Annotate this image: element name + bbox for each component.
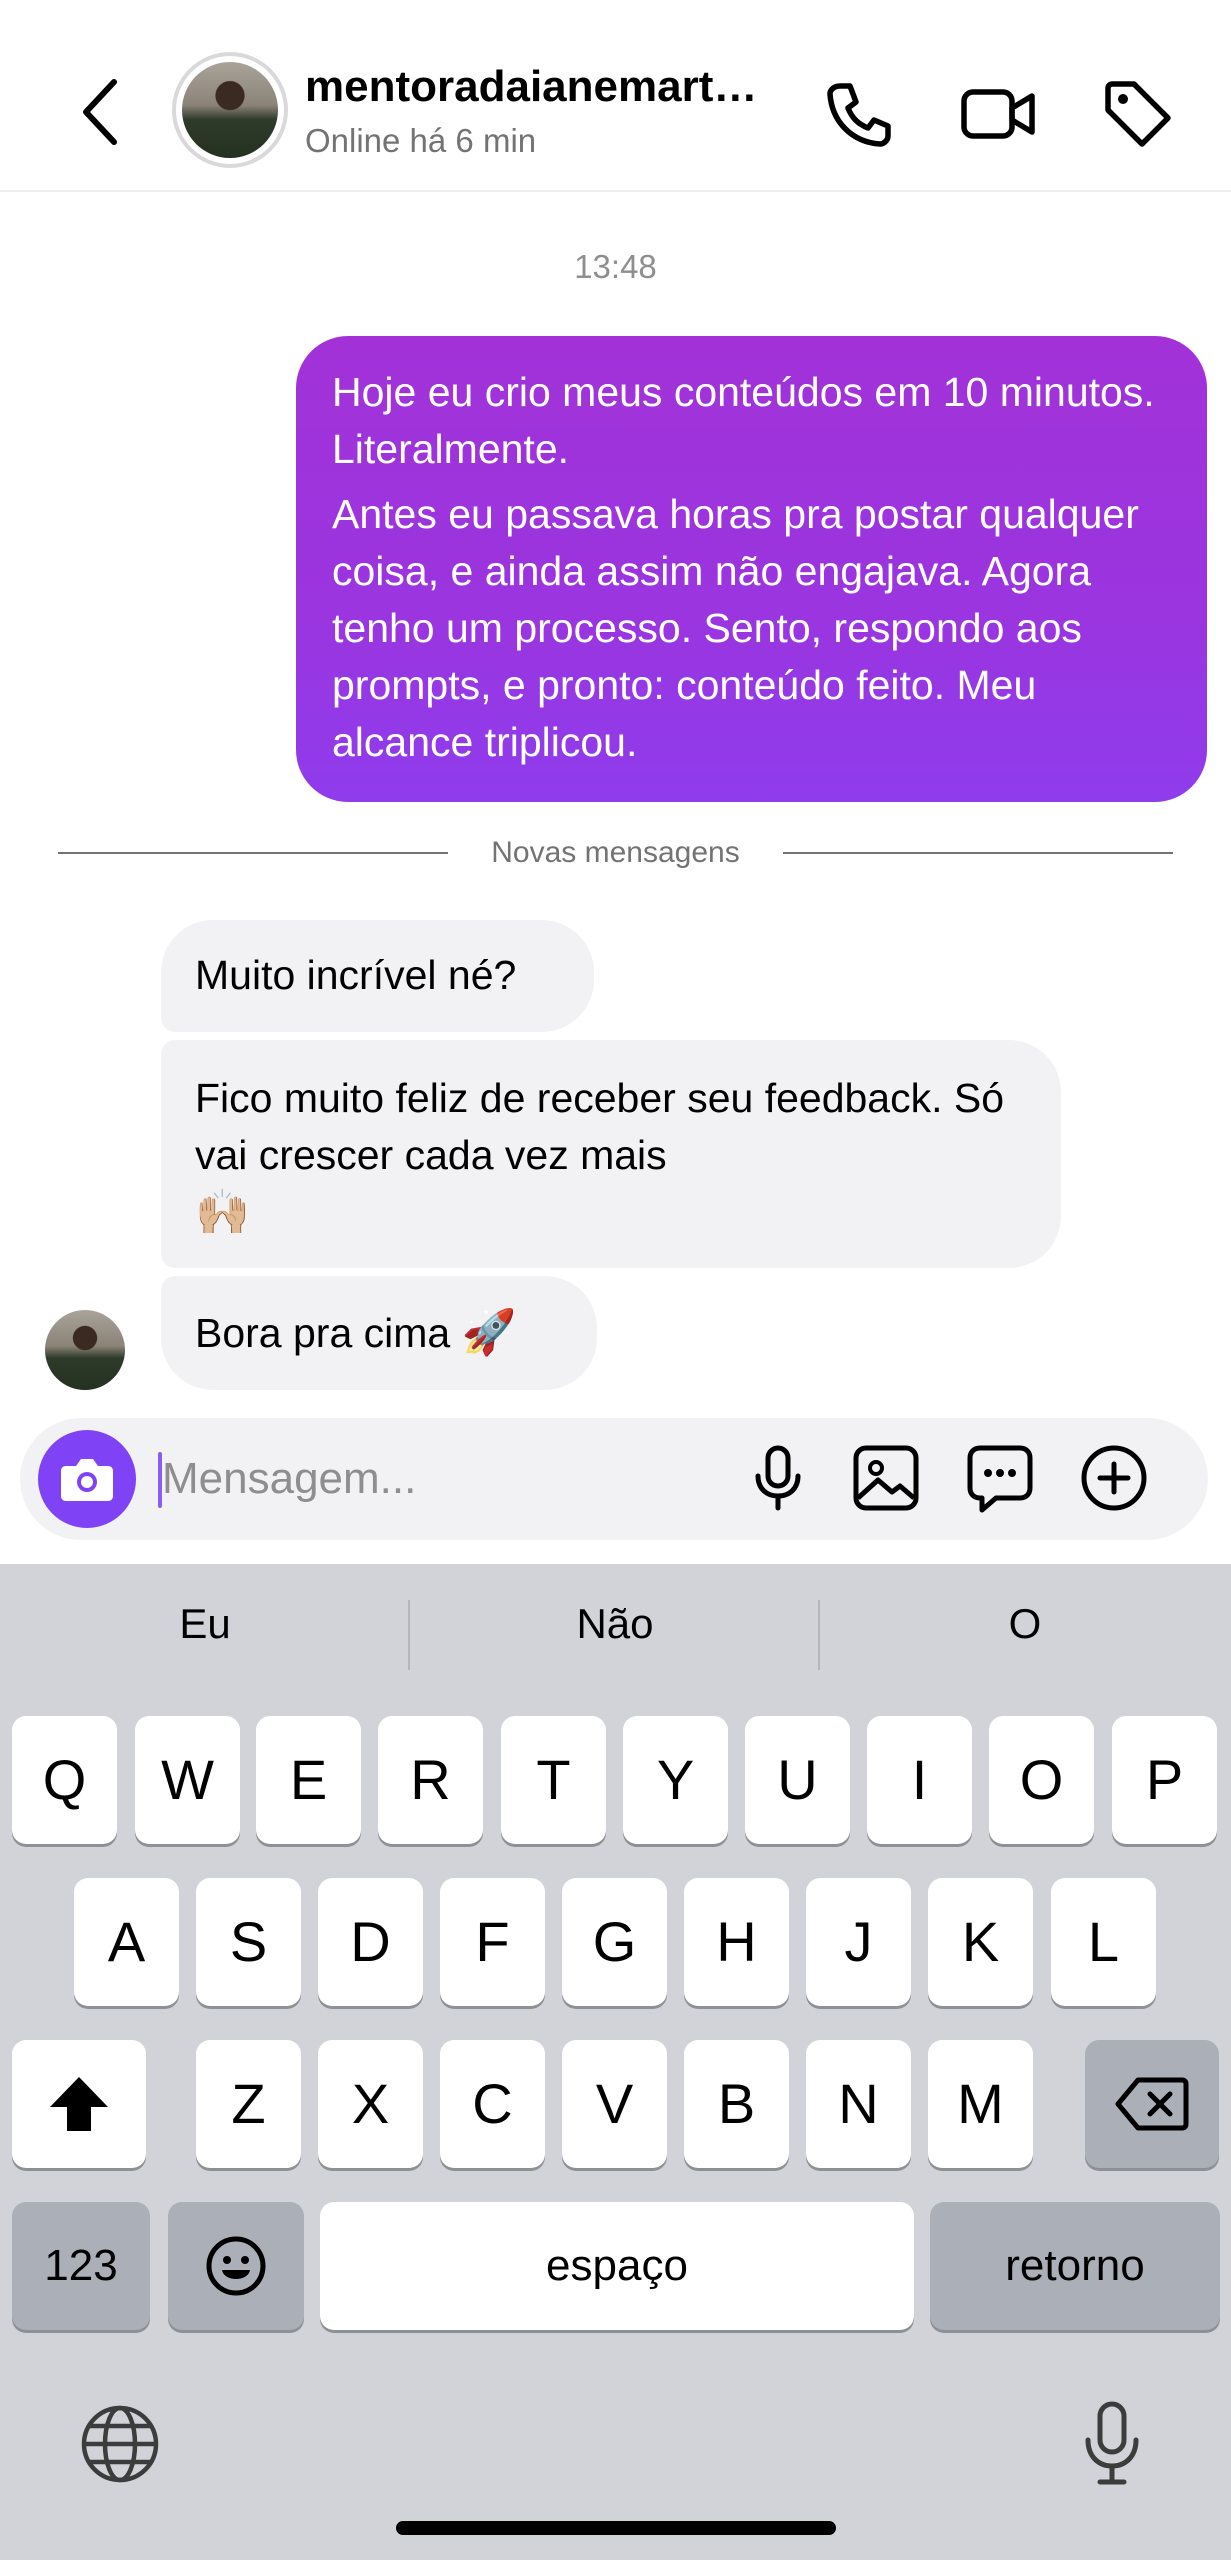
keyboard: Eu Não O Q W E R T Y U I O P A S D F G H… xyxy=(0,1564,1231,2560)
incoming-message[interactable]: Muito incrível né? xyxy=(161,920,594,1032)
tag-icon xyxy=(1105,81,1171,147)
key[interactable]: U xyxy=(745,1716,850,1844)
call-button[interactable] xyxy=(818,74,898,154)
home-indicator[interactable] xyxy=(396,2521,836,2535)
divider-line xyxy=(783,852,1173,854)
incoming-message[interactable]: Fico muito feliz de receber seu feedback… xyxy=(161,1040,1061,1268)
shift-icon xyxy=(50,2077,108,2131)
key[interactable]: K xyxy=(928,1878,1033,2006)
message-input[interactable] xyxy=(162,1438,722,1520)
microphone-icon xyxy=(1085,2401,1139,2485)
key[interactable]: E xyxy=(256,1716,361,1844)
microphone-icon xyxy=(755,1445,801,1511)
suggestion-item[interactable]: Eu xyxy=(0,1600,410,1648)
backspace-icon xyxy=(1115,2077,1189,2131)
key[interactable]: S xyxy=(196,1878,301,2006)
phone-icon xyxy=(827,83,891,147)
back-button[interactable] xyxy=(72,72,132,152)
video-call-button[interactable] xyxy=(958,74,1038,154)
divider-label: Novas mensagens xyxy=(491,836,740,869)
suggestion-item[interactable]: Não xyxy=(410,1600,820,1648)
key[interactable]: R xyxy=(378,1716,483,1844)
dictation-button[interactable] xyxy=(1070,2398,1154,2488)
message-text: Bora pra cima xyxy=(195,1310,451,1356)
tag-button[interactable] xyxy=(1098,74,1178,154)
outgoing-message[interactable]: Hoje eu crio meus conteúdos em 10 minuto… xyxy=(296,336,1207,802)
key[interactable]: N xyxy=(806,2040,911,2168)
key[interactable]: V xyxy=(562,2040,667,2168)
video-camera-icon xyxy=(961,89,1035,139)
message-timestamp: 13:48 xyxy=(574,248,657,285)
message-text: Antes eu passava horas pra postar qualqu… xyxy=(332,491,1139,765)
avatar xyxy=(182,62,278,158)
emoji-key[interactable] xyxy=(168,2202,304,2330)
more-button[interactable] xyxy=(1076,1440,1152,1516)
image-icon xyxy=(853,1445,919,1511)
key[interactable]: L xyxy=(1051,1878,1156,2006)
message-text: Muito incrível né? xyxy=(195,952,517,998)
contact-status: Online há 6 min xyxy=(305,122,537,159)
emoji-icon xyxy=(206,2236,266,2296)
divider-line xyxy=(58,852,448,854)
camera-button[interactable] xyxy=(38,1430,136,1528)
key[interactable]: P xyxy=(1112,1716,1217,1844)
key[interactable]: Q xyxy=(12,1716,117,1844)
message-text: Fico muito feliz de receber seu feedback… xyxy=(195,1075,1005,1178)
space-key[interactable]: espaço xyxy=(320,2202,914,2330)
gallery-button[interactable] xyxy=(848,1440,924,1516)
voice-message-button[interactable] xyxy=(740,1440,816,1516)
key[interactable]: C xyxy=(440,2040,545,2168)
key[interactable]: I xyxy=(867,1716,972,1844)
raised-hands-emoji: 🙌🏼 xyxy=(195,1188,250,1237)
globe-icon xyxy=(81,2405,159,2483)
key[interactable]: X xyxy=(318,2040,423,2168)
numbers-key[interactable]: 123 xyxy=(12,2202,150,2330)
key[interactable]: M xyxy=(928,2040,1033,2168)
key[interactable]: H xyxy=(684,1878,789,2006)
sender-avatar[interactable] xyxy=(45,1310,125,1390)
key[interactable]: J xyxy=(806,1878,911,2006)
camera-icon xyxy=(61,1459,113,1501)
incoming-message[interactable]: Bora pra cima 🚀 xyxy=(161,1276,597,1390)
globe-button[interactable] xyxy=(78,2402,162,2486)
plus-circle-icon xyxy=(1081,1445,1147,1511)
key[interactable]: O xyxy=(989,1716,1094,1844)
key[interactable]: A xyxy=(74,1878,179,2006)
rocket-emoji: 🚀 xyxy=(461,1308,517,1357)
contact-avatar[interactable] xyxy=(172,52,288,168)
key[interactable]: F xyxy=(440,1878,545,2006)
message-text: Hoje eu crio meus conteúdos em 10 minuto… xyxy=(332,369,1155,472)
sticker-button[interactable] xyxy=(962,1440,1038,1516)
key[interactable]: W xyxy=(135,1716,240,1844)
key[interactable]: B xyxy=(684,2040,789,2168)
contact-name[interactable]: mentoradaianemart… xyxy=(305,62,795,112)
key[interactable]: Y xyxy=(623,1716,728,1844)
message-dots-icon xyxy=(967,1445,1033,1513)
chevron-left-icon xyxy=(83,79,117,145)
key[interactable]: G xyxy=(562,1878,667,2006)
key[interactable]: Z xyxy=(196,2040,301,2168)
key[interactable]: D xyxy=(318,1878,423,2006)
chat-header: mentoradaianemart… Online há 6 min xyxy=(0,0,1231,192)
shift-key[interactable] xyxy=(12,2040,146,2168)
backspace-key[interactable] xyxy=(1085,2040,1219,2168)
return-key[interactable]: retorno xyxy=(930,2202,1220,2330)
suggestion-item[interactable]: O xyxy=(820,1600,1230,1648)
message-composer xyxy=(20,1418,1208,1540)
key[interactable]: T xyxy=(501,1716,606,1844)
new-messages-divider: Novas mensagens xyxy=(58,836,1173,869)
